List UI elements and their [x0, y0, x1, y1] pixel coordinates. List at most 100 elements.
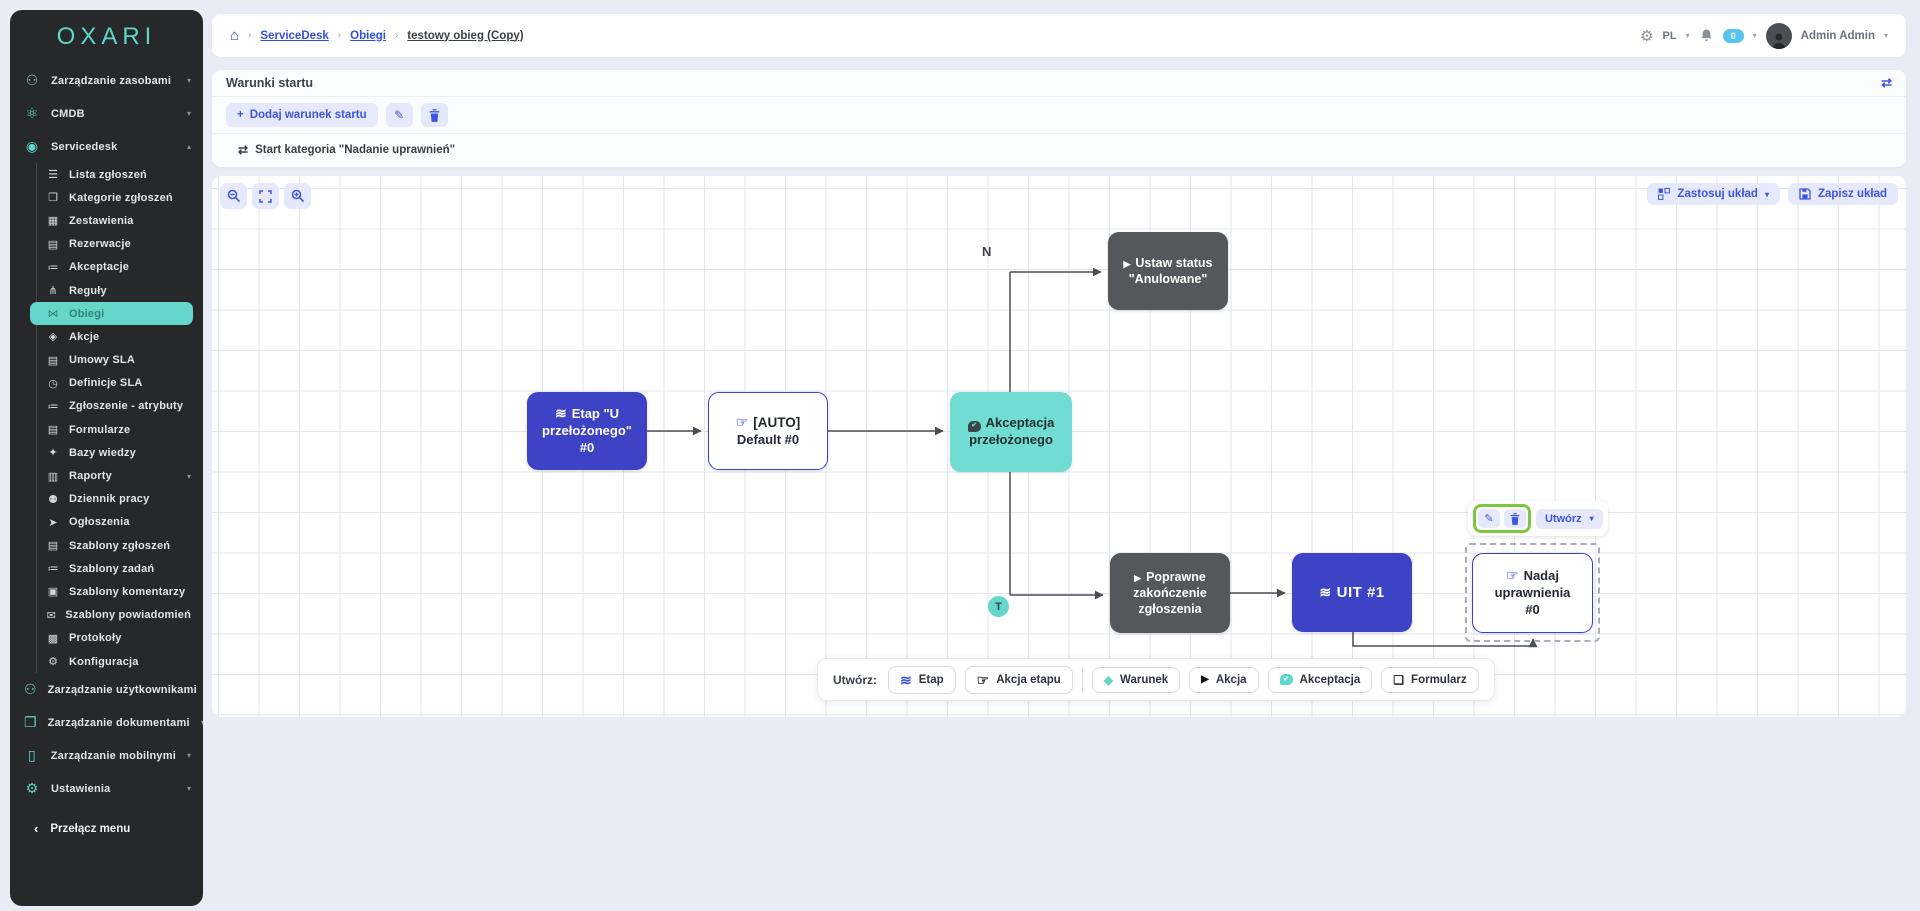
- sidebar-item[interactable]: ◉ Servicedesk ▴: [10, 130, 203, 163]
- fit-view-button[interactable]: [252, 183, 279, 209]
- sidebar-item[interactable]: ✦ Bazy wiedzy: [10, 441, 203, 464]
- breadcrumb-current[interactable]: testowy obieg (Copy): [407, 30, 523, 42]
- node-stage-uit[interactable]: ≋UIT #1: [1292, 553, 1412, 632]
- create-akcja-button[interactable]: ▶ Akcja: [1189, 667, 1258, 693]
- sidebar-item[interactable]: ▦ Zestawienia: [10, 209, 203, 232]
- node-grant-permissions[interactable]: ☞Nadaj uprawnienia #0: [1472, 553, 1593, 633]
- create-button-label: Etap: [919, 674, 944, 686]
- sidebar-item[interactable]: ➤ Ogłoszenia: [10, 511, 203, 534]
- bell-icon[interactable]: [1699, 28, 1714, 43]
- sla-contracts-icon: ▤: [46, 354, 60, 367]
- sidebar-item[interactable]: ⚇ Zarządzanie użytkownikami ▾: [10, 673, 203, 706]
- zoom-in-button[interactable]: [284, 183, 311, 209]
- create-etap-button[interactable]: ≋ Etap: [888, 666, 956, 694]
- start-conditions-panel: Warunki startu ⇄ + Dodaj warunek startu …: [212, 70, 1906, 167]
- sidebar-item[interactable]: ▤ Formularze: [10, 418, 203, 441]
- delete-start-condition-button[interactable]: [421, 103, 448, 127]
- sidebar-item[interactable]: ▤ Szablony zgłoszeń: [10, 534, 203, 557]
- breadcrumb-item: › ServiceDesk: [248, 30, 329, 42]
- breadcrumb-servicedesk[interactable]: ServiceDesk: [260, 30, 328, 42]
- sidebar-item[interactable]: ▯ Zarządzanie mobilnymi ▾: [10, 739, 203, 772]
- user-name[interactable]: Admin Admin: [1801, 30, 1875, 42]
- save-layout-label: Zapisz układ: [1818, 188, 1887, 200]
- sidebar-item[interactable]: ⋔ Reguły: [10, 279, 203, 302]
- sidebar-item[interactable]: ☰ Lista zgłoszeń: [10, 163, 203, 186]
- knowledge-base-icon: ✦: [46, 446, 60, 459]
- sidebar-item[interactable]: ⚉ Dziennik pracy: [10, 488, 203, 511]
- create-akceptacja-button[interactable]: ✔ Akceptacja: [1268, 667, 1373, 693]
- sidebar-item[interactable]: ❐ Zarządzanie dokumentami ▾: [10, 706, 203, 739]
- create-akcja-etapu-button[interactable]: ☞ Akcja etapu: [965, 666, 1073, 694]
- reports-icon: ▥: [46, 470, 60, 483]
- sidebar-item[interactable]: ⋈ Obiegi: [30, 302, 193, 325]
- node-label: Poprawne zakończenie zgłoszenia: [1133, 570, 1207, 616]
- sidebar-item-label: Protokoły: [69, 632, 191, 644]
- sidebar-item[interactable]: ≔ Akceptacje: [10, 256, 203, 279]
- sidebar-item[interactable]: ◈ Akcje: [10, 325, 203, 348]
- node-create-label: Utwórz: [1545, 513, 1582, 525]
- create-toolbar-item: ☞ Akcja etapu: [965, 666, 1073, 694]
- node-sublabel: Default #0: [736, 432, 801, 449]
- node-stage-przelozonego[interactable]: ≋Etap "U przełożonego" #0: [527, 392, 647, 470]
- sidebar-item[interactable]: ▩ Protokoły: [10, 627, 203, 650]
- sidebar-item[interactable]: ▤ Umowy SLA: [10, 349, 203, 372]
- layers-icon: ≋: [555, 405, 567, 421]
- node-auto-default[interactable]: ☞[AUTO] Default #0: [708, 392, 828, 470]
- save-layout-button[interactable]: Zapisz układ: [1788, 183, 1898, 205]
- delete-node-button[interactable]: [1504, 509, 1526, 528]
- create-warunek-button[interactable]: ◆ Warunek: [1092, 667, 1180, 693]
- sidebar-item[interactable]: ⚙ Konfiguracja: [10, 650, 203, 673]
- sidebar-item[interactable]: ⚛ CMDB ▾: [10, 97, 203, 130]
- sidebar-item[interactable]: ▣ Szablony komentarzy: [10, 580, 203, 603]
- sidebar-item-label: Zgłoszenie - atrybuty: [69, 400, 191, 412]
- sidebar-item-label: Kategorie zgłoszeń: [69, 192, 191, 204]
- breadcrumb-obiegi[interactable]: Obiegi: [350, 30, 386, 42]
- sidebar-item[interactable]: ▤ Rezerwacje: [10, 233, 203, 256]
- notification-templates-icon: ✉: [46, 609, 56, 622]
- sidebar-toggle-label: Przełącz menu: [50, 823, 130, 835]
- edit-start-condition-button[interactable]: ✎: [386, 103, 413, 127]
- forms-icon: ▤: [46, 423, 60, 436]
- add-start-condition-button[interactable]: + Dodaj warunek startu: [226, 103, 378, 127]
- sidebar-item[interactable]: ≔ Szablony zadań: [10, 557, 203, 580]
- node-set-status-anulowane[interactable]: ▶Ustaw status "Anulowane": [1108, 232, 1228, 310]
- create-formularz-button[interactable]: ❏ Formularz: [1381, 667, 1478, 693]
- task-templates-icon: ≔: [46, 562, 60, 575]
- sync-icon[interactable]: ⇄: [1881, 75, 1892, 91]
- canvas-zoom-toolbar: [220, 183, 311, 209]
- breadcrumb-item: › testowy obieg (Copy): [395, 30, 524, 42]
- add-start-condition-label: Dodaj warunek startu: [250, 109, 367, 121]
- mobile-management-icon: ▯: [24, 747, 40, 764]
- node-create-button[interactable]: Utwórz ▾: [1536, 509, 1603, 529]
- home-icon[interactable]: ⌂: [230, 28, 239, 43]
- sidebar: OXARI ⚇ Zarządzanie zasobami ▾ ⚛ CMDB ▾ …: [10, 10, 203, 906]
- chevron-down-icon[interactable]: ▾: [1686, 31, 1690, 40]
- breadcrumb-separator: ›: [395, 30, 398, 41]
- sidebar-item[interactable]: ▥ Raporty ▾: [10, 464, 203, 487]
- fit-view-icon: [259, 190, 272, 203]
- node-correct-finish[interactable]: ▶Poprawne zakończenie zgłoszenia: [1110, 553, 1230, 633]
- sidebar-item[interactable]: ⚇ Zarządzanie zasobami ▾: [10, 64, 203, 97]
- sidebar-item[interactable]: ◷ Definicje SLA: [10, 372, 203, 395]
- workflow-canvas[interactable]: Zastosuj układ ▾ Zapisz układ ≋Etap "U p…: [212, 176, 1906, 717]
- start-condition-row[interactable]: ⇄ Start kategoria "Nadanie uprawnień": [212, 134, 1906, 166]
- layers-icon: ≋: [1319, 584, 1331, 600]
- apply-layout-button[interactable]: Zastosuj układ ▾: [1647, 183, 1780, 205]
- notification-badge[interactable]: 0: [1723, 29, 1744, 43]
- breadcrumb-separator: ›: [338, 30, 341, 41]
- repeat-icon: ⇄: [238, 143, 248, 157]
- sidebar-item[interactable]: ≔ Zgłoszenie - atrybuty: [10, 395, 203, 418]
- sidebar-item[interactable]: ❐ Kategorie zgłoszeń: [10, 186, 203, 209]
- sidebar-item[interactable]: ⚙ Ustawienia ▾: [10, 772, 203, 805]
- gear-icon[interactable]: ⚙: [1640, 27, 1653, 45]
- avatar[interactable]: [1766, 23, 1792, 49]
- language-selector[interactable]: PL: [1663, 30, 1677, 42]
- chevron-down-icon[interactable]: ▾: [1753, 31, 1757, 40]
- chevron-down-icon[interactable]: ▾: [1884, 31, 1888, 40]
- zoom-out-button[interactable]: [220, 183, 247, 209]
- sidebar-toggle[interactable]: ‹ Przełącz menu: [34, 821, 203, 836]
- sidebar-item[interactable]: ✉ Szablony powiadomień: [10, 604, 203, 627]
- node-approval-przelozonego[interactable]: ✔Akceptacja przełożonego: [950, 392, 1072, 472]
- panel-title: Warunki startu: [226, 76, 1881, 90]
- edit-node-button[interactable]: ✎: [1478, 509, 1500, 528]
